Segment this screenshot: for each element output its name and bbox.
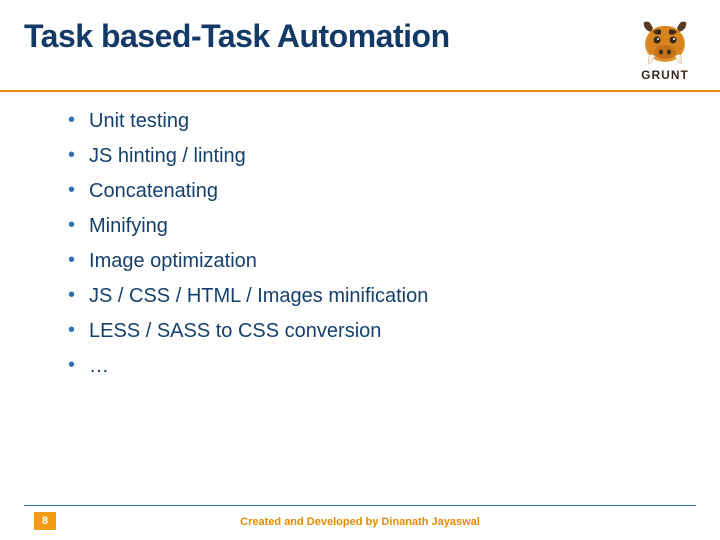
bullet-list: • Unit testing • JS hinting / linting • Con… — [48, 110, 680, 378]
bullet-dot: • — [68, 285, 75, 305]
list-item: •… — [68, 355, 680, 378]
bullet-dot: • — [68, 215, 75, 235]
divider-top — [0, 90, 720, 92]
list-item-text: Minifying — [89, 215, 168, 238]
bullet-dot: • — [68, 145, 75, 165]
content-area: • Unit testing • JS hinting / linting • Con… — [48, 110, 680, 390]
page-title: Task based-Task Automation — [24, 18, 450, 55]
list-item-text: JS hinting / linting — [89, 145, 246, 168]
divider-bottom — [24, 505, 696, 506]
list-item: • Unit testing — [68, 110, 680, 133]
list-item-text: … — [89, 355, 109, 378]
list-item-text: LESS / SASS to CSS conversion — [89, 320, 381, 343]
bullet-dot: • — [68, 110, 75, 130]
boar-icon — [637, 18, 693, 66]
title-row: Task based-Task Automation GRUNT — [24, 18, 696, 82]
credit-text: Created and Developed by Dinanath Jayasw… — [0, 516, 720, 528]
bullet-dot: • — [68, 180, 75, 200]
list-item-text: JS / CSS / HTML / Images minification — [89, 285, 428, 308]
list-item-text: Unit testing — [89, 110, 189, 133]
bullet-dot: • — [68, 250, 75, 270]
list-item-text: Concatenating — [89, 180, 218, 203]
logo-text: GRUNT — [641, 68, 689, 82]
bullet-dot: • — [68, 355, 75, 375]
bullet-dot: • — [68, 320, 75, 340]
list-item-text: Image optimization — [89, 250, 257, 273]
slide: Task based-Task Automation GRUNT — [0, 0, 720, 540]
list-item: • Image optimization — [68, 250, 680, 273]
list-item: • Concatenating — [68, 180, 680, 203]
list-item: • JS / CSS / HTML / Images minification — [68, 285, 680, 308]
list-item: • JS hinting / linting — [68, 145, 680, 168]
list-item: • LESS / SASS to CSS conversion — [68, 320, 680, 343]
grunt-logo: GRUNT — [634, 18, 696, 82]
list-item: • Minifying — [68, 215, 680, 238]
